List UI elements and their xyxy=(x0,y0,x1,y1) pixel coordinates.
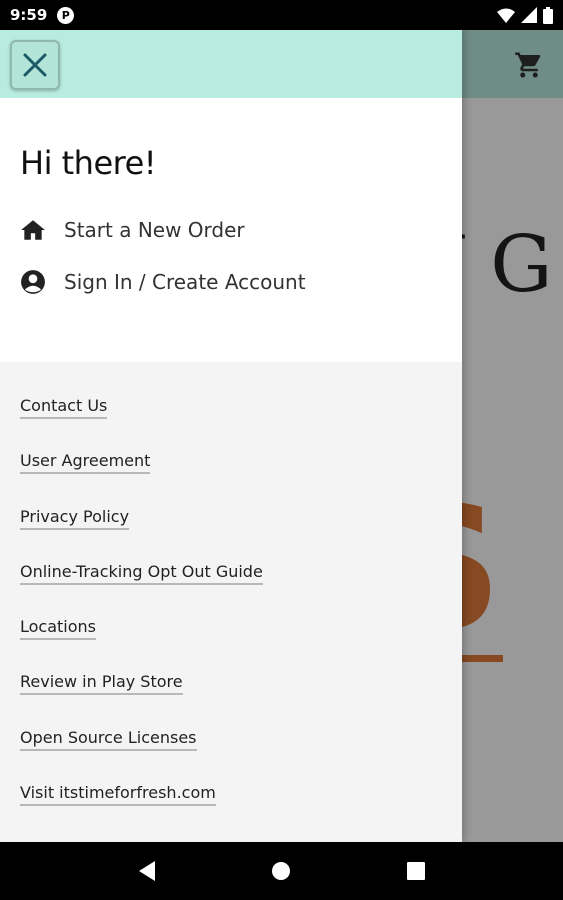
link-contact-us[interactable]: Contact Us xyxy=(20,396,442,451)
nav-item-sign-in[interactable]: Sign In / Create Account xyxy=(20,256,442,308)
recents-square-icon xyxy=(406,862,425,880)
back-triangle-icon xyxy=(139,861,156,881)
close-icon xyxy=(23,53,47,77)
drawer-header xyxy=(0,30,462,98)
link-review-play-store[interactable]: Review in Play Store xyxy=(20,672,442,727)
back-button[interactable] xyxy=(127,851,167,891)
link-visit-website[interactable]: Visit itstimeforfresh.com xyxy=(20,783,442,838)
home-icon xyxy=(20,217,46,243)
app-notification-icon: P xyxy=(57,6,75,24)
signal-icon xyxy=(521,7,537,23)
link-open-source-licenses[interactable]: Open Source Licenses xyxy=(20,727,442,783)
home-button[interactable] xyxy=(261,851,301,891)
link-privacy-policy[interactable]: Privacy Policy xyxy=(20,506,442,562)
wifi-icon xyxy=(497,8,515,23)
link-label[interactable]: Online-Tracking Opt Out Guide xyxy=(20,561,263,585)
battery-icon xyxy=(543,6,553,24)
link-user-agreement[interactable]: User Agreement xyxy=(20,451,442,506)
link-label[interactable]: Locations xyxy=(20,617,97,641)
drawer-account-section: Hi there! Start a New Order Sign In / Cr… xyxy=(0,98,462,362)
link-label[interactable]: Contact Us xyxy=(20,396,108,419)
status-time: 9:59 xyxy=(10,6,48,24)
recents-button[interactable] xyxy=(396,851,436,891)
close-button[interactable] xyxy=(10,40,60,90)
link-locations[interactable]: Locations xyxy=(20,617,442,672)
link-label[interactable]: Review in Play Store xyxy=(20,672,183,696)
link-label[interactable]: Privacy Policy xyxy=(20,506,130,530)
home-circle-icon xyxy=(272,862,291,880)
nav-item-label: Sign In / Create Account xyxy=(64,270,306,294)
link-label[interactable]: Open Source Licenses xyxy=(20,727,197,751)
link-label[interactable]: Visit itstimeforfresh.com xyxy=(20,783,216,807)
greeting-heading: Hi there! xyxy=(20,144,157,182)
status-icons xyxy=(497,6,553,24)
account-circle-icon xyxy=(20,269,46,295)
drawer-nav-list: Start a New Order Sign In / Create Accou… xyxy=(20,204,442,308)
nav-item-start-new-order[interactable]: Start a New Order xyxy=(20,204,442,256)
drawer-links-section: Contact Us User Agreement Privacy Policy… xyxy=(0,362,462,838)
link-opt-out-guide[interactable]: Online-Tracking Opt Out Guide xyxy=(20,561,442,617)
system-nav-bar xyxy=(0,842,563,900)
link-label[interactable]: User Agreement xyxy=(20,451,151,475)
navigation-drawer: Hi there! Start a New Order Sign In / Cr… xyxy=(0,30,462,842)
status-bar: 9:59 P xyxy=(0,0,563,30)
nav-item-label: Start a New Order xyxy=(64,218,245,242)
